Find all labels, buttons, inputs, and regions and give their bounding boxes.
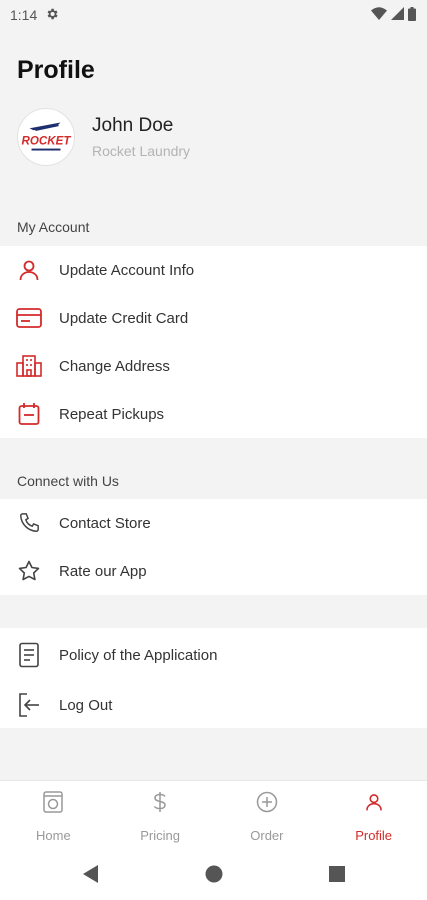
signal-icon: [391, 7, 404, 23]
menu-label: Change Address: [59, 357, 170, 375]
nav-label: Home: [36, 827, 71, 843]
credit-card-icon: [16, 305, 42, 331]
calendar-icon: [16, 401, 42, 427]
avatar: ROCKET: [17, 108, 75, 166]
dollar-icon: [153, 791, 167, 818]
misc-group: Policy of the Application Log Out: [0, 628, 427, 728]
menu-label: Rate our App: [59, 562, 147, 580]
rocket-laundry-logo: ROCKET: [22, 122, 72, 151]
rate-our-app-item[interactable]: Rate our App: [0, 547, 427, 595]
star-icon: [16, 558, 42, 584]
my-account-group: Update Account Info Update Credit Card C…: [0, 246, 427, 438]
menu-label: Update Credit Card: [59, 309, 189, 327]
svg-text:ROCKET: ROCKET: [22, 136, 72, 148]
menu-label: Log Out: [59, 696, 113, 714]
building-icon: [16, 353, 42, 379]
repeat-pickups-item[interactable]: Repeat Pickups: [0, 390, 427, 438]
user-company: Rocket Laundry: [92, 143, 191, 159]
menu-label: Contact Store: [59, 514, 151, 532]
menu-label: Repeat Pickups: [59, 405, 165, 423]
profile-card: ROCKET John Doe Rocket Laundry: [17, 108, 190, 166]
menu-label: Update Account Info: [59, 261, 195, 279]
connect-group: Contact Store Rate our App: [0, 499, 427, 595]
person-icon: [364, 791, 384, 818]
system-navigation-bar: [0, 852, 427, 900]
nav-label: Order: [250, 827, 284, 843]
recents-square-icon[interactable]: [328, 865, 345, 887]
update-account-info-item[interactable]: Update Account Info: [0, 246, 427, 294]
logout-icon: [16, 692, 42, 718]
status-bar: 1:14: [0, 0, 427, 30]
settings-gear-icon: [45, 7, 59, 24]
wifi-icon: [371, 6, 387, 24]
nav-pricing[interactable]: Pricing: [107, 781, 214, 852]
status-time: 1:14: [10, 7, 38, 23]
phone-icon: [16, 510, 42, 536]
contact-store-item[interactable]: Contact Store: [0, 499, 427, 547]
person-icon: [16, 257, 42, 283]
back-triangle-icon[interactable]: [82, 864, 99, 888]
nav-label: Pricing: [140, 827, 180, 843]
washer-icon: [43, 790, 64, 818]
bottom-nav: Home Pricing Order Profile: [0, 780, 427, 852]
nav-profile[interactable]: Profile: [320, 781, 427, 852]
battery-icon: [408, 6, 416, 24]
menu-label: Policy of the Application: [59, 646, 218, 664]
policy-item[interactable]: Policy of the Application: [0, 630, 427, 680]
log-out-item[interactable]: Log Out: [0, 680, 427, 730]
update-credit-card-item[interactable]: Update Credit Card: [0, 294, 427, 342]
section-header-connect: Connect with Us: [17, 473, 119, 489]
section-header-my-account: My Account: [17, 219, 90, 235]
home-circle-icon[interactable]: [205, 865, 223, 888]
nav-home[interactable]: Home: [0, 781, 107, 852]
page-title: Profile: [17, 56, 95, 84]
nav-label: Profile: [355, 827, 393, 843]
change-address-item[interactable]: Change Address: [0, 342, 427, 390]
plus-circle-icon: [256, 791, 278, 818]
user-name: John Doe: [92, 115, 174, 136]
nav-order[interactable]: Order: [214, 781, 321, 852]
document-icon: [16, 642, 42, 668]
